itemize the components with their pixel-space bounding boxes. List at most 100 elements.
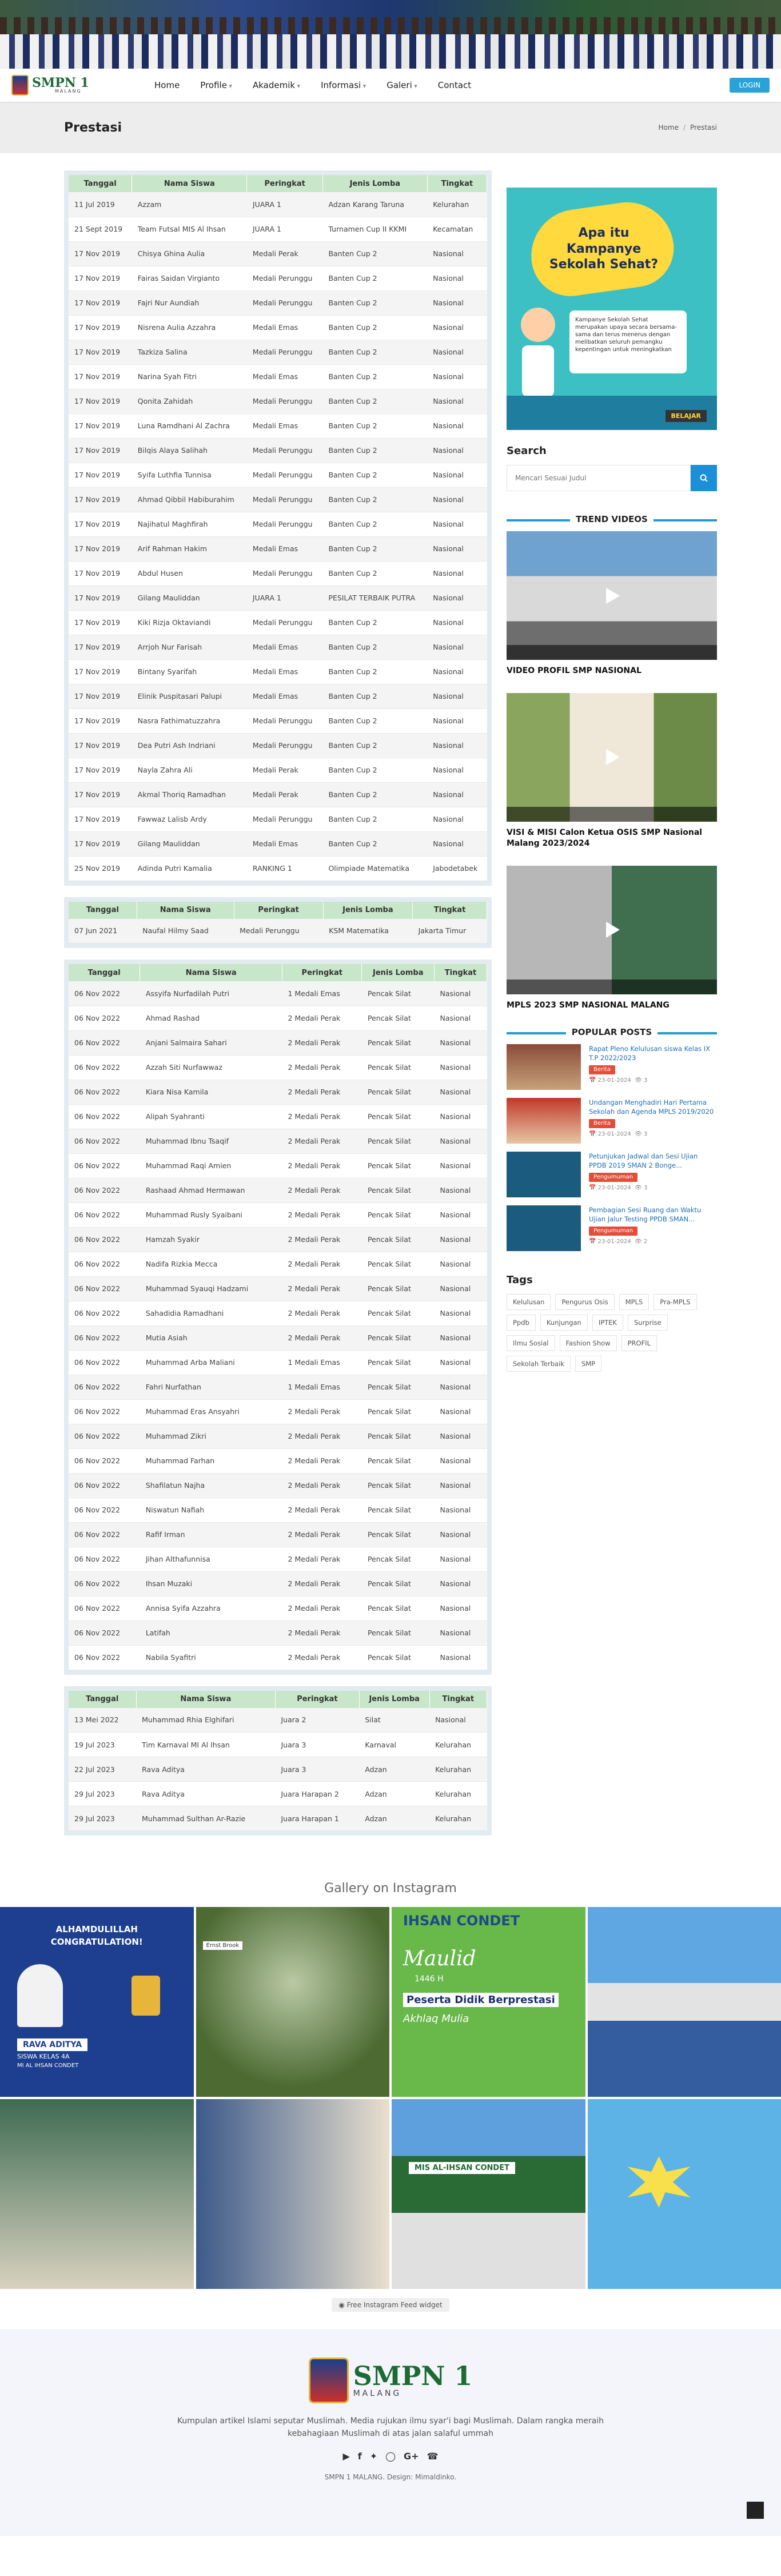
tag-link[interactable]: Surprise (627, 1315, 668, 1331)
tag-link[interactable]: MPLS (619, 1294, 649, 1311)
nav-menu: Home Profile Akademik Informasi Galeri C… (154, 80, 730, 90)
nav-contact[interactable]: Contact (438, 80, 471, 90)
search-button[interactable] (691, 465, 717, 491)
video-thumbnail[interactable] (507, 865, 717, 994)
tag-link[interactable]: Ppdb (507, 1315, 536, 1331)
table-cell: Medali Perunggu (246, 389, 323, 414)
video-title[interactable]: VIDEO PROFIL SMP NASIONAL (507, 666, 717, 677)
table-cell: Medali Emas (246, 413, 323, 439)
tag-link[interactable]: PROFIL (621, 1335, 657, 1352)
table-cell: Kiki Rizja Oktaviandi (132, 610, 247, 635)
table-cell: 2 Medali Perak (282, 1522, 362, 1547)
table-row: 06 Nov 2022 Ihsan Muzaki 2 Medali Perak Pen… (69, 1571, 487, 1596)
tag-link[interactable]: Kunjungan (540, 1315, 588, 1331)
table-cell: 21 Sept 2019 (69, 217, 132, 242)
video-controls[interactable] (507, 806, 717, 822)
video-thumbnail[interactable] (507, 531, 717, 660)
table-cell: Nasional (434, 981, 487, 1006)
nav-galeri[interactable]: Galeri (386, 80, 417, 90)
tag-link[interactable]: IPTEK (592, 1315, 623, 1331)
gallery-image[interactable] (196, 2099, 389, 2289)
tag-link[interactable]: Pengurus Osis (555, 1294, 615, 1311)
instagram-feed-link[interactable]: ◉ Free Instagram Feed widget (332, 2298, 449, 2312)
popular-post[interactable]: Petunjukan Jadwal dan Sesi Ujian PPDB 20… (507, 1152, 717, 1198)
table-cell: Medali Emas (246, 635, 323, 660)
popular-post[interactable]: Undangan Menghadiri Hari Pertama Sekolah… (507, 1098, 717, 1144)
table-cell: Nasional (427, 266, 487, 291)
gallery-image[interactable] (0, 2099, 194, 2289)
table-cell: 2 Medali Perak (282, 1178, 362, 1203)
table-row: 06 Nov 2022 Sahadidia Ramadhani 2 Medali P… (69, 1301, 487, 1326)
prestasi-table: Tanggal Nama Siswa Peringkat Jenis Lomba Tin… (64, 959, 492, 1675)
gallery-image[interactable] (587, 2099, 781, 2289)
table-cell: Nasional (427, 463, 487, 488)
table-cell: Nasional (427, 733, 487, 758)
ad-title: Apa itu Kampanye Sekolah Sehat? (549, 226, 659, 272)
table-cell: Nasional (434, 1104, 487, 1129)
table-cell: Pencak Silat (361, 1153, 435, 1178)
gallery-image[interactable]: MIS AL-IHSAN CONDET (392, 2099, 585, 2289)
table-row: 06 Nov 2022 Assyifa Nurfadilah Putri 1 Med… (69, 981, 487, 1006)
gallery-caption: SISWA KELAS 4A (17, 2053, 70, 2060)
login-button[interactable]: LOGIN (730, 78, 770, 93)
table-cell: Adzan (359, 1781, 430, 1806)
site-logo[interactable]: SMPN 1 MALANG (11, 75, 143, 95)
table-cell: 2 Medali Perak (282, 1203, 362, 1228)
table-cell: Pencak Silat (361, 1055, 435, 1080)
tag-link[interactable]: SMP (575, 1356, 602, 1372)
table-cell: 06 Nov 2022 (69, 1325, 140, 1351)
video-title[interactable]: VISI & MISI Calon Ketua OSIS SMP Nasiona… (507, 827, 717, 850)
tag-link[interactable]: Ilmu Sosial (507, 1335, 555, 1352)
facebook-icon[interactable]: f (358, 2451, 362, 2462)
footer-logo[interactable]: SMPN 1 MALANG (0, 2358, 781, 2403)
popular-post[interactable]: Pembagian Sesi Ruang dan Waktu Ujian Jal… (507, 1205, 717, 1252)
gallery-image[interactable]: Ernst Brook (196, 1907, 389, 2097)
nav-informasi[interactable]: Informasi (321, 80, 366, 90)
gallery-image[interactable]: ALHAMDULILLAH CONGRATULATION! RAVA ADITY… (0, 1907, 194, 2097)
nav-profile[interactable]: Profile (200, 80, 232, 90)
video-thumbnail[interactable] (507, 692, 717, 822)
table-cell: Muhammad Sulthan Ar-Razie (136, 1806, 276, 1831)
table-cell: Nasional (427, 241, 487, 266)
youtube-icon[interactable]: ▶ (342, 2451, 349, 2462)
tag-link[interactable]: Sekolah Terbaik (507, 1356, 571, 1372)
tag-link[interactable]: Fashion Show (559, 1335, 617, 1352)
video-controls[interactable] (507, 645, 717, 660)
instagram-icon[interactable]: ◯ (385, 2451, 396, 2462)
table-cell: Nasional (427, 413, 487, 439)
gallery-image[interactable] (587, 1907, 781, 2097)
table-cell: 06 Nov 2022 (69, 1522, 140, 1547)
table-cell: Nisrena Aulia Azzahra (132, 315, 247, 340)
tag-link[interactable]: Pra-MPLS (654, 1294, 697, 1311)
google-plus-icon[interactable]: G+ (404, 2451, 419, 2462)
whatsapp-icon[interactable]: ☎ (427, 2451, 439, 2462)
gallery-caption: Akhlaq Mulia (403, 2013, 469, 2025)
video-title[interactable]: MPLS 2023 SMP NASIONAL MALANG (507, 1000, 717, 1012)
table-row: 17 Nov 2019 Gilang Mauliddan Medali Emas Ba… (69, 831, 487, 857)
sekolah-sehat-ad[interactable]: Apa itu Kampanye Sekolah Sehat? Kampanye… (507, 170, 717, 430)
breadcrumb-home[interactable]: Home (659, 124, 679, 132)
table-header: Nama Siswa (136, 1690, 276, 1708)
gallery-image[interactable]: IHSAN CONDET Maulid 1446 H Peserta Didik… (392, 1907, 585, 2097)
table-row: 13 Mei 2022 Muhammad Rhia Elghifari Juara … (69, 1707, 487, 1733)
tag-link[interactable]: Kelulusan (507, 1294, 551, 1311)
video-controls[interactable] (507, 979, 717, 994)
table-cell: Medali Perunggu (246, 290, 323, 316)
table-row: 06 Nov 2022 Hamzah Syakir 2 Medali Perak Pe… (69, 1227, 487, 1252)
table-row: 06 Nov 2022 Mutia Asiah 2 Medali Perak Penc… (69, 1325, 487, 1351)
back-to-top-button[interactable] (747, 2502, 764, 2519)
table-cell: Pencak Silat (361, 1227, 435, 1252)
table-cell: Gilang Mauliddan (132, 586, 247, 611)
table-cell: Adzan Karang Taruna (322, 192, 428, 217)
nav-home[interactable]: Home (154, 80, 180, 90)
nav-akademik[interactable]: Akademik (253, 80, 300, 90)
popular-post[interactable]: Rapat Pleno Kelulusan siswa Kelas IX T.P… (507, 1044, 717, 1090)
table-cell: Medali Perunggu (246, 340, 323, 365)
table-cell: 17 Nov 2019 (69, 413, 132, 439)
table-cell: Mutia Asiah (140, 1325, 282, 1351)
table-cell: Muhammad Farhan (140, 1448, 282, 1474)
footer-logo-main: SMPN 1 (353, 2360, 473, 2391)
table-header: Nama Siswa (132, 175, 248, 192)
search-input[interactable] (507, 465, 691, 491)
twitter-icon[interactable]: ✦ (370, 2451, 377, 2462)
